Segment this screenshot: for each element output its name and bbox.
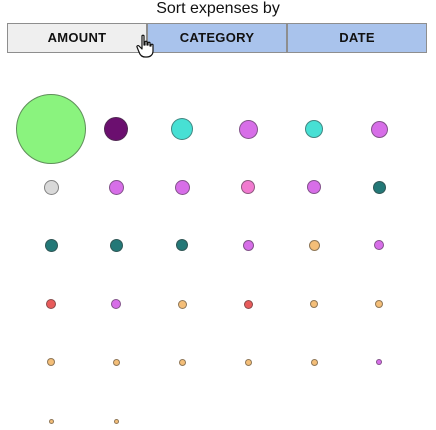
expense-bubble[interactable]	[48, 418, 54, 424]
expense-bubble[interactable]	[111, 299, 121, 309]
hand-cursor-icon	[136, 34, 154, 58]
expense-bubble[interactable]	[308, 239, 320, 251]
expense-bubble[interactable]	[243, 299, 253, 309]
expense-bubble[interactable]	[108, 179, 124, 195]
expense-bubble[interactable]	[370, 120, 388, 138]
expense-bubble[interactable]	[112, 358, 120, 366]
expense-bubble[interactable]	[178, 358, 186, 366]
expense-bubble[interactable]	[307, 180, 321, 194]
expense-bubble[interactable]	[375, 300, 383, 308]
expense-bubble[interactable]	[174, 179, 190, 195]
expense-bubble[interactable]	[244, 358, 252, 366]
expense-bubble[interactable]	[171, 118, 193, 140]
expense-bubble[interactable]	[109, 238, 123, 252]
expense-bubble[interactable]	[176, 239, 188, 251]
expense-bubble[interactable]	[177, 299, 187, 309]
expense-bubble[interactable]	[372, 180, 386, 194]
expense-bubble[interactable]	[43, 179, 59, 195]
expense-bubble[interactable]	[241, 180, 255, 194]
expense-bubble[interactable]	[376, 359, 382, 365]
expense-bubble[interactable]	[16, 94, 86, 164]
expense-bubble[interactable]	[46, 299, 56, 309]
expense-bubble[interactable]	[44, 238, 58, 252]
expense-bubble[interactable]	[113, 418, 119, 424]
expense-bubble[interactable]	[47, 358, 55, 366]
expense-bubble[interactable]	[104, 117, 128, 141]
expense-bubble[interactable]	[238, 119, 258, 139]
expense-bubble[interactable]	[310, 300, 318, 308]
expense-bubble[interactable]	[374, 240, 384, 250]
expense-bubble-chart	[0, 0, 436, 430]
expense-bubble[interactable]	[305, 120, 323, 138]
expense-bubble[interactable]	[310, 358, 318, 366]
expense-bubble[interactable]	[242, 239, 254, 251]
